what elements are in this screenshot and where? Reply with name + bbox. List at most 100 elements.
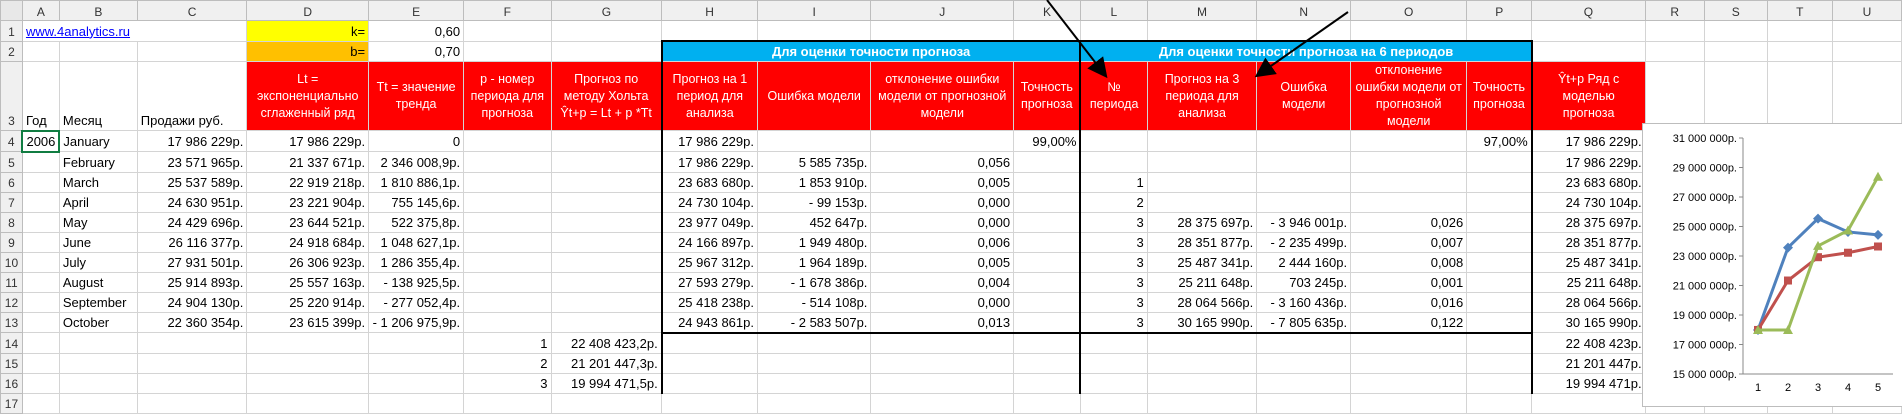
cell-m13[interactable]: 30 165 990р. (1146, 311, 1258, 334)
cell-k9[interactable] (1013, 231, 1082, 253)
cell-i6[interactable]: 1 853 910р. (756, 171, 872, 193)
cell-f7[interactable] (463, 191, 552, 213)
cell-f11[interactable] (463, 271, 552, 293)
cell-k11[interactable] (1013, 271, 1082, 293)
cell-q11[interactable]: 25 211 648р. (1531, 271, 1646, 293)
cell-m15[interactable] (1146, 352, 1258, 374)
cell-e14[interactable] (368, 332, 465, 354)
row-header-8[interactable]: 8 (0, 211, 23, 233)
cell-i5[interactable]: 5 585 735р. (756, 151, 872, 173)
cell-g6[interactable] (550, 171, 663, 193)
cell-o17[interactable] (1350, 392, 1468, 414)
cell-j15[interactable] (870, 352, 1015, 374)
cell-a11[interactable] (21, 271, 60, 293)
column-header-b[interactable]: B (58, 0, 138, 21)
cell-g4[interactable] (550, 130, 663, 152)
cell-b10[interactable]: July (58, 251, 138, 273)
cell-f5[interactable] (463, 151, 552, 173)
cell-j4[interactable] (870, 130, 1015, 152)
cell-a17[interactable] (21, 392, 60, 414)
cell-j1[interactable] (870, 20, 1015, 42)
cell-i9[interactable]: 1 949 480р. (756, 231, 872, 253)
cell-o16[interactable] (1350, 372, 1468, 394)
cell-m14[interactable] (1146, 332, 1258, 354)
cell-h7[interactable]: 24 730 104р. (660, 191, 758, 213)
cell-p13[interactable] (1466, 311, 1533, 334)
cell-l16[interactable] (1079, 372, 1148, 394)
row-header-10[interactable]: 10 (0, 251, 23, 273)
column-header-e[interactable]: E (368, 0, 465, 21)
cell-n11[interactable]: 703 245р. (1256, 271, 1352, 293)
cell-a6[interactable] (21, 171, 60, 193)
cell-k1[interactable] (1013, 20, 1081, 42)
cell-n10[interactable]: 2 444 160р. (1256, 251, 1352, 273)
cell-h17[interactable] (661, 392, 758, 414)
cell-l5[interactable] (1079, 151, 1148, 173)
cell-q13[interactable]: 30 165 990р. (1531, 311, 1646, 333)
column-header-o[interactable]: O (1350, 0, 1468, 21)
cell-e13[interactable]: - 1 206 975,9р. (368, 311, 465, 333)
cell-m17[interactable] (1146, 392, 1258, 414)
cell-c14[interactable] (136, 332, 248, 354)
cell-p14[interactable] (1466, 332, 1533, 354)
cell-g17[interactable] (550, 392, 663, 414)
cell-o8[interactable]: 0,026 (1350, 211, 1468, 233)
cell-p5[interactable] (1466, 151, 1533, 173)
cell-l1[interactable] (1079, 20, 1148, 42)
cell-g11[interactable] (550, 271, 663, 293)
cell-i16[interactable] (756, 372, 872, 394)
cell-g14[interactable]: 22 408 423,2р. (550, 332, 663, 354)
cell-l8[interactable]: 3 (1079, 211, 1148, 233)
row-header-13[interactable]: 13 (0, 311, 23, 333)
cell-g7[interactable] (550, 191, 663, 213)
cell-g13[interactable] (550, 311, 663, 333)
cell-q17[interactable] (1531, 392, 1646, 414)
column-header-g[interactable]: G (550, 0, 663, 21)
cell-u3[interactable] (1831, 61, 1902, 131)
cell-k13[interactable] (1013, 311, 1082, 334)
cell-h5[interactable]: 17 986 229р. (660, 151, 758, 173)
cell-j13[interactable]: 0,013 (870, 311, 1015, 334)
row-header-4[interactable]: 4 (0, 130, 23, 152)
cell-h8[interactable]: 23 977 049р. (660, 211, 758, 233)
cell-m6[interactable] (1146, 171, 1258, 193)
site-link[interactable]: www.4analytics.ru (21, 20, 248, 42)
cell-d7[interactable]: 23 221 904р. (246, 191, 370, 213)
cell-b16[interactable] (58, 372, 138, 394)
cell-m7[interactable] (1146, 191, 1258, 213)
cell-a4[interactable]: 2006 (21, 129, 61, 153)
cell-e16[interactable] (368, 372, 465, 394)
cell-u2[interactable] (1831, 40, 1902, 62)
cell-l11[interactable]: 3 (1079, 271, 1148, 293)
cell-d5[interactable]: 21 337 671р. (246, 151, 370, 173)
cell-f4[interactable] (463, 130, 552, 152)
cell-l10[interactable]: 3 (1079, 251, 1148, 273)
cell-g15[interactable]: 21 201 447,3р. (550, 352, 663, 374)
cell-q9[interactable]: 28 351 877р. (1531, 231, 1646, 253)
cell-p1[interactable] (1466, 20, 1533, 42)
cell-a10[interactable] (21, 251, 60, 273)
cell-o14[interactable] (1350, 332, 1468, 354)
cell-b12[interactable]: September (58, 291, 138, 313)
cell-q4[interactable]: 17 986 229р. (1531, 130, 1646, 152)
cell-i1[interactable] (756, 20, 872, 42)
cell-h13[interactable]: 24 943 861р. (660, 311, 758, 334)
cell-k10[interactable] (1013, 251, 1082, 273)
cell-p10[interactable] (1466, 251, 1533, 273)
cell-i14[interactable] (756, 332, 872, 354)
cell-f8[interactable] (463, 211, 552, 233)
cell-d15[interactable] (246, 352, 370, 374)
cell-r2[interactable] (1644, 40, 1705, 62)
cell-a5[interactable] (21, 151, 60, 173)
cell-b7[interactable]: April (58, 191, 138, 213)
cell-m4[interactable] (1146, 130, 1258, 152)
cell-q16[interactable]: 19 994 471р. (1531, 372, 1646, 394)
cell-q14[interactable]: 22 408 423р. (1531, 332, 1646, 354)
cell-f13[interactable] (463, 311, 552, 333)
cell-d16[interactable] (246, 372, 370, 394)
cell-h9[interactable]: 24 166 897р. (660, 231, 758, 253)
cell-a14[interactable] (21, 332, 60, 354)
cell-h12[interactable]: 25 418 238р. (660, 291, 758, 313)
cell-c2[interactable] (136, 40, 248, 62)
cell-o10[interactable]: 0,008 (1350, 251, 1468, 273)
